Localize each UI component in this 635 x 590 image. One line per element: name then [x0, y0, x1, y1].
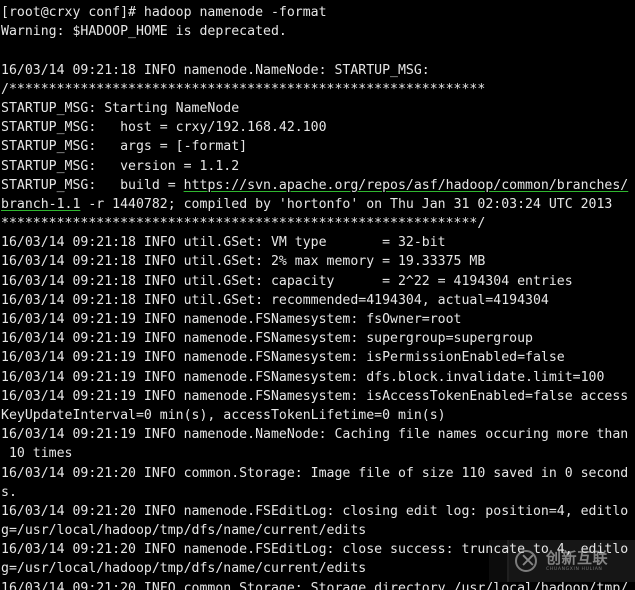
- terminal-line: 16/03/14 09:21:18 INFO util.GSet: recomm…: [1, 292, 549, 308]
- terminal-line: 10 times: [1, 446, 73, 462]
- terminal-line: STARTUP_MSG: host = crxy/192.168.42.100: [1, 120, 327, 136]
- terminal-link[interactable]: branch-1.1: [1, 197, 80, 212]
- terminal-line: 16/03/14 09:21:20 INFO namenode.FSEditLo…: [1, 503, 629, 519]
- terminal-line: 16/03/14 09:21:18 INFO namenode.NameNode…: [1, 62, 430, 78]
- terminal-line: /***************************************…: [1, 81, 486, 97]
- terminal-line: g=/usr/local/hadoop/tmp/dfs/name/current…: [1, 561, 367, 577]
- terminal-line: ****************************************…: [1, 216, 486, 232]
- terminal-line: branch-1.1 -r 1440782; compiled by 'hort…: [1, 195, 635, 214]
- terminal-line: Warning: $HADOOP_HOME is deprecated.: [1, 24, 287, 40]
- terminal-line: 16/03/14 09:21:20 INFO common.Storage: S…: [1, 580, 629, 590]
- terminal-line: 16/03/14 09:21:20 INFO namenode.FSEditLo…: [1, 542, 629, 558]
- terminal-line: 16/03/14 09:21:19 INFO namenode.FSNamesy…: [1, 350, 565, 366]
- terminal-line: 16/03/14 09:21:19 INFO namenode.FSNamesy…: [1, 369, 605, 385]
- terminal-line: KeyUpdateInterval=0 min(s), accessTokenL…: [1, 407, 446, 423]
- terminal-line: STARTUP_MSG: args = [-format]: [1, 139, 248, 155]
- terminal-text: -r 1440782; compiled by 'hortonfo' on Th…: [80, 196, 613, 212]
- terminal-line: [root@crxy conf]# hadoop namenode -forma…: [1, 5, 327, 20]
- terminal-line: 16/03/14 09:21:19 INFO namenode.FSNamesy…: [1, 331, 533, 347]
- terminal-line: STARTUP_MSG: version = 1.1.2: [1, 158, 240, 174]
- terminal-line: 16/03/14 09:21:20 INFO common.Storage: I…: [1, 465, 629, 481]
- terminal-line: 16/03/14 09:21:18 INFO util.GSet: capaci…: [1, 273, 573, 289]
- terminal-output[interactable]: [root@crxy conf]# hadoop namenode -forma…: [0, 0, 635, 590]
- terminal-line: STARTUP_MSG: Starting NameNode: [1, 100, 240, 116]
- terminal-link[interactable]: https://svn.apache.org/repos/asf/hadoop/…: [184, 178, 629, 193]
- terminal-line: 16/03/14 09:21:19 INFO namenode.NameNode…: [1, 427, 629, 443]
- terminal-line: 16/03/14 09:21:19 INFO namenode.FSNamesy…: [1, 312, 462, 327]
- terminal-line: 16/03/14 09:21:18 INFO util.GSet: VM typ…: [1, 235, 446, 251]
- terminal-line: s.: [1, 484, 17, 500]
- terminal-text: STARTUP_MSG: build =: [1, 177, 184, 193]
- terminal-line: g=/usr/local/hadoop/tmp/dfs/name/current…: [1, 523, 367, 539]
- terminal-line: STARTUP_MSG: build = https://svn.apache.…: [1, 176, 635, 195]
- terminal-line: 16/03/14 09:21:19 INFO namenode.FSNamesy…: [1, 388, 629, 404]
- terminal-line: 16/03/14 09:21:18 INFO util.GSet: 2% max…: [1, 254, 486, 270]
